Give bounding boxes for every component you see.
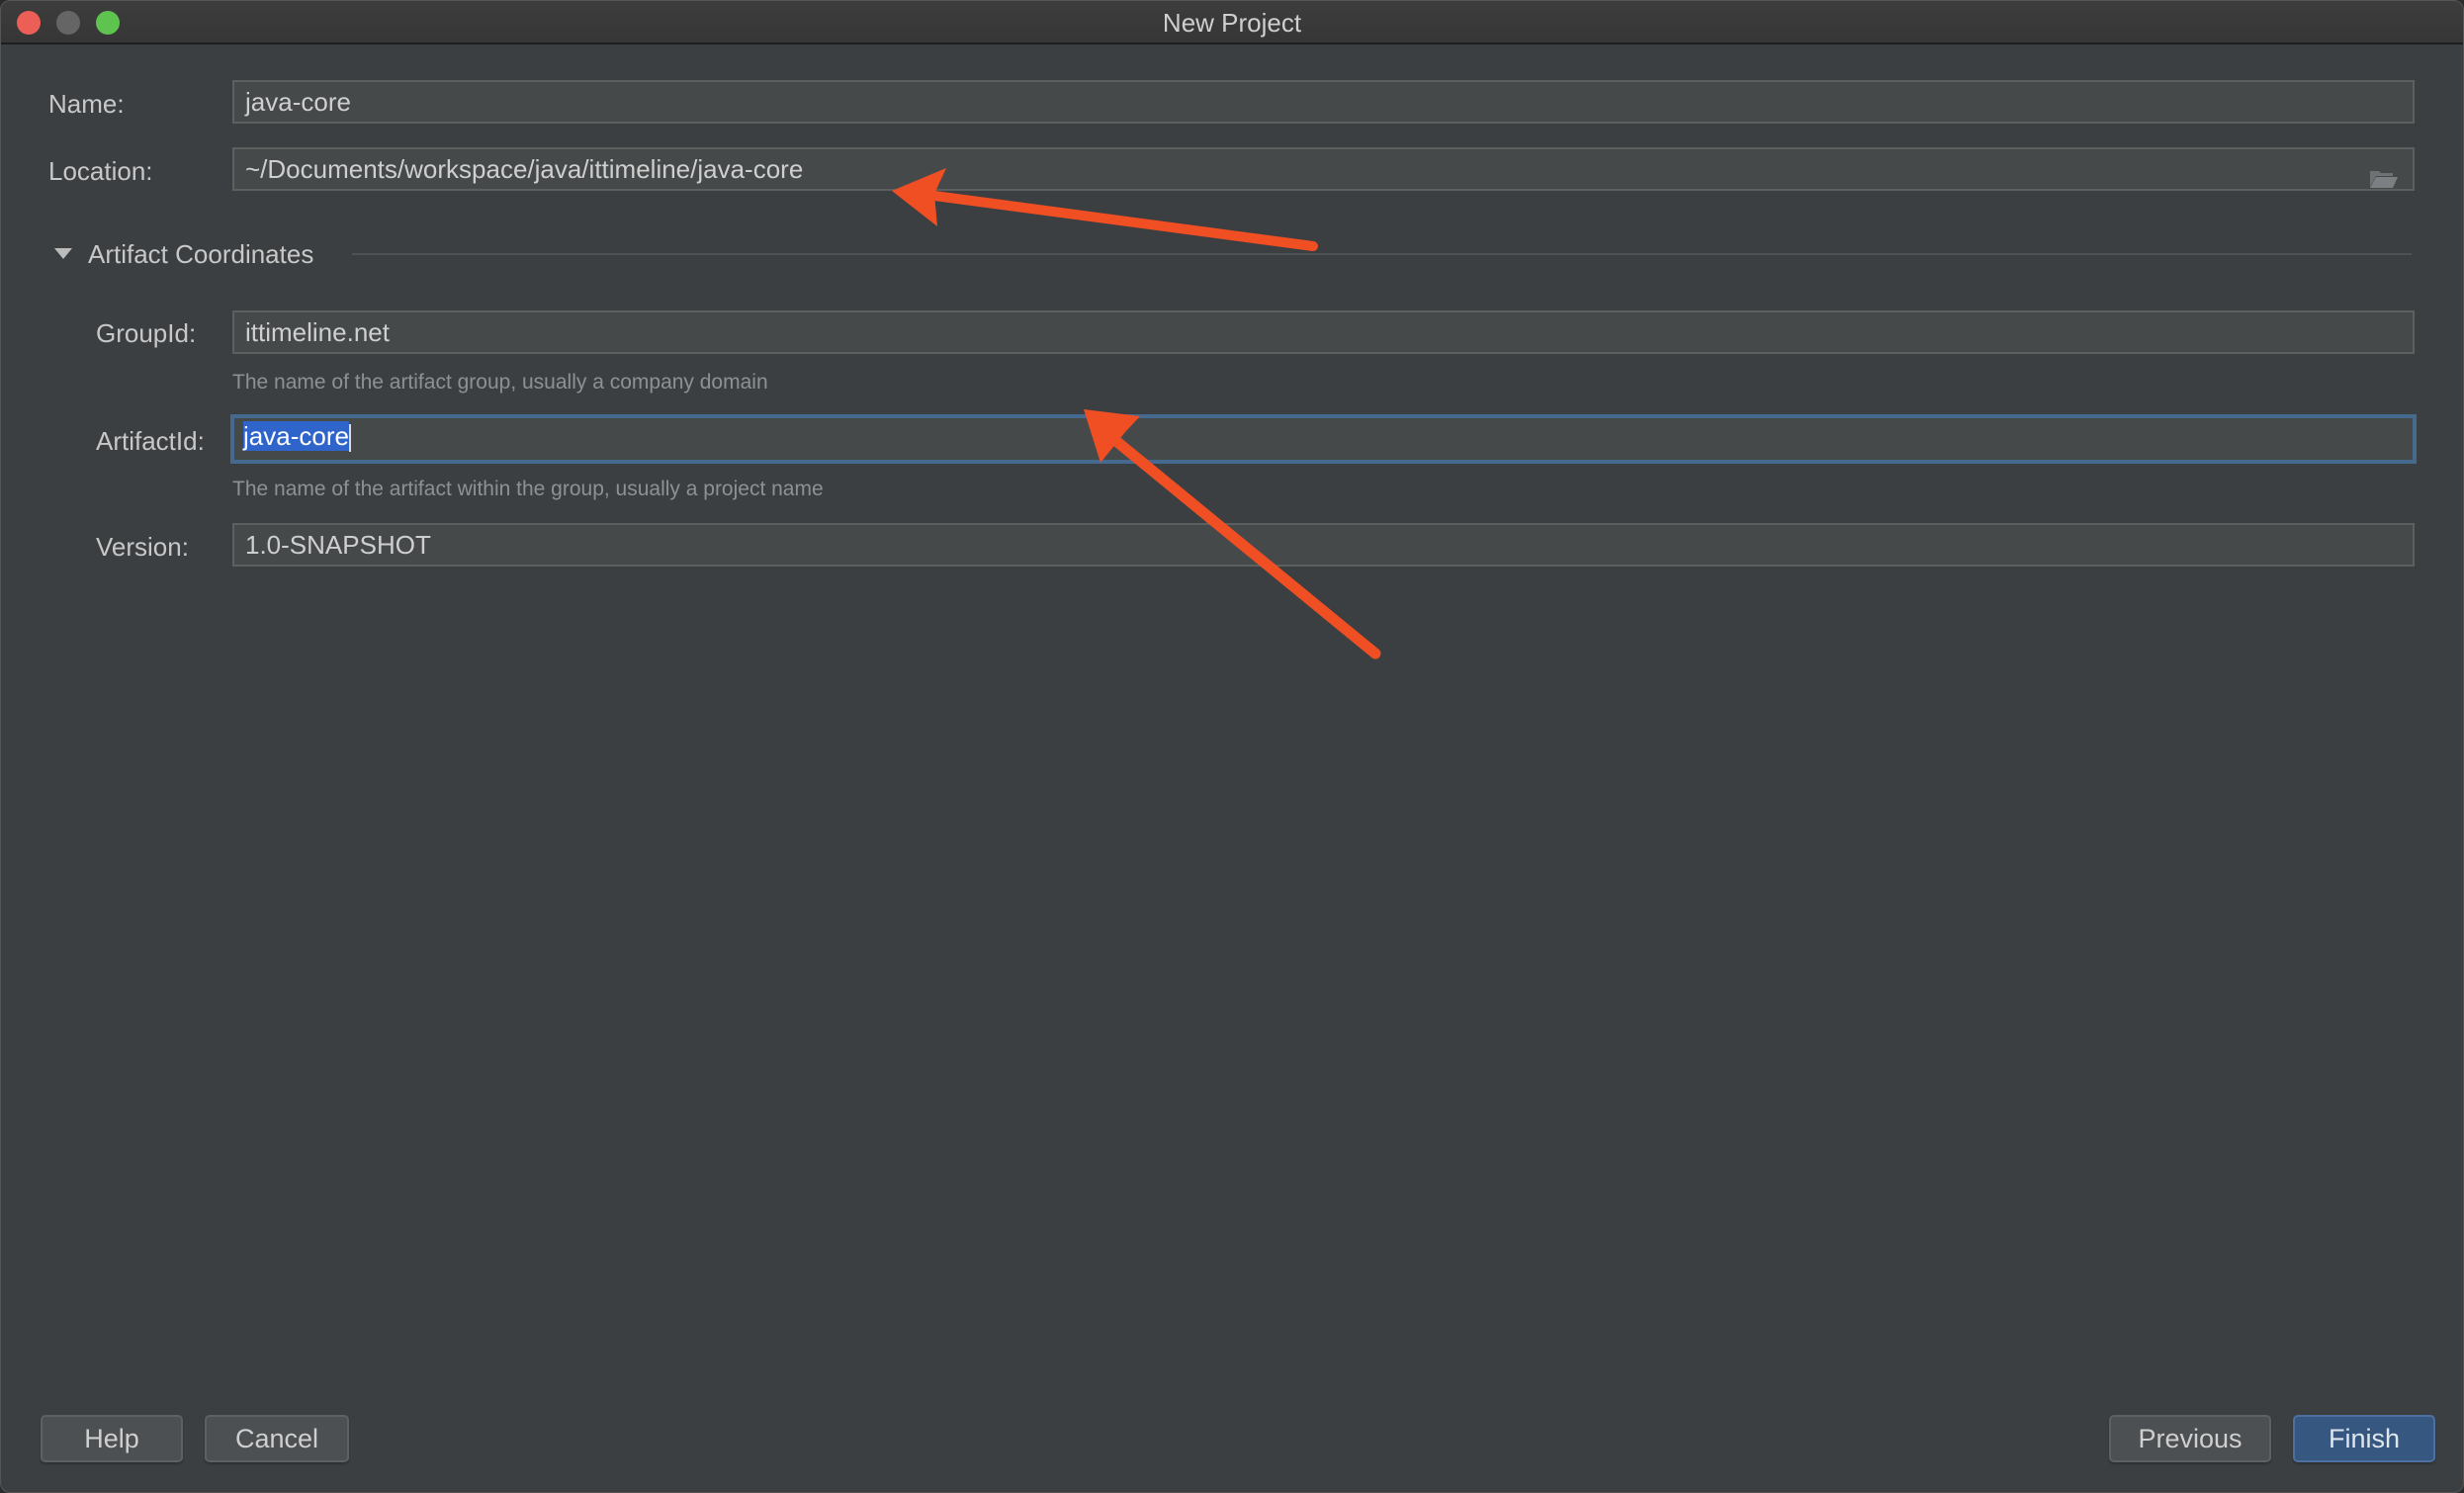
section-separator: [352, 253, 2412, 255]
version-field[interactable]: 1.0-SNAPSHOT: [232, 523, 2415, 567]
name-value: java-core: [245, 87, 351, 117]
artifactid-field[interactable]: java-core: [230, 414, 2417, 464]
location-label: Location:: [48, 156, 153, 186]
finish-button[interactable]: Finish: [2293, 1415, 2435, 1462]
location-value: ~/Documents/workspace/java/ittimeline/ja…: [245, 154, 804, 184]
groupid-field[interactable]: ittimeline.net: [232, 310, 2415, 354]
previous-button[interactable]: Previous: [2109, 1415, 2271, 1462]
location-field[interactable]: ~/Documents/workspace/java/ittimeline/ja…: [232, 147, 2415, 191]
window-title: New Project: [1162, 8, 1302, 38]
triangle-down-icon: [54, 248, 72, 259]
new-project-dialog: New Project Name: java-core Location: ~/…: [0, 0, 2464, 1493]
groupid-value: ittimeline.net: [245, 317, 390, 347]
help-button[interactable]: Help: [41, 1415, 183, 1462]
name-label: Name:: [48, 89, 125, 119]
folder-open-icon[interactable]: [2369, 160, 2399, 188]
title-bar: New Project: [1, 1, 2463, 44]
artifactid-label: ArtifactId:: [96, 426, 205, 456]
version-value: 1.0-SNAPSHOT: [245, 530, 431, 560]
section-title: Artifact Coordinates: [88, 239, 314, 269]
groupid-hint: The name of the artifact group, usually …: [232, 371, 768, 394]
artifactid-hint: The name of the artifact within the grou…: [232, 478, 824, 500]
name-field[interactable]: java-core: [232, 80, 2415, 124]
text-caret: [348, 424, 351, 453]
groupid-label: GroupId:: [96, 318, 197, 348]
artifactid-selected-text: java-core: [243, 421, 349, 451]
version-label: Version:: [96, 532, 189, 562]
cancel-button[interactable]: Cancel: [205, 1415, 349, 1462]
